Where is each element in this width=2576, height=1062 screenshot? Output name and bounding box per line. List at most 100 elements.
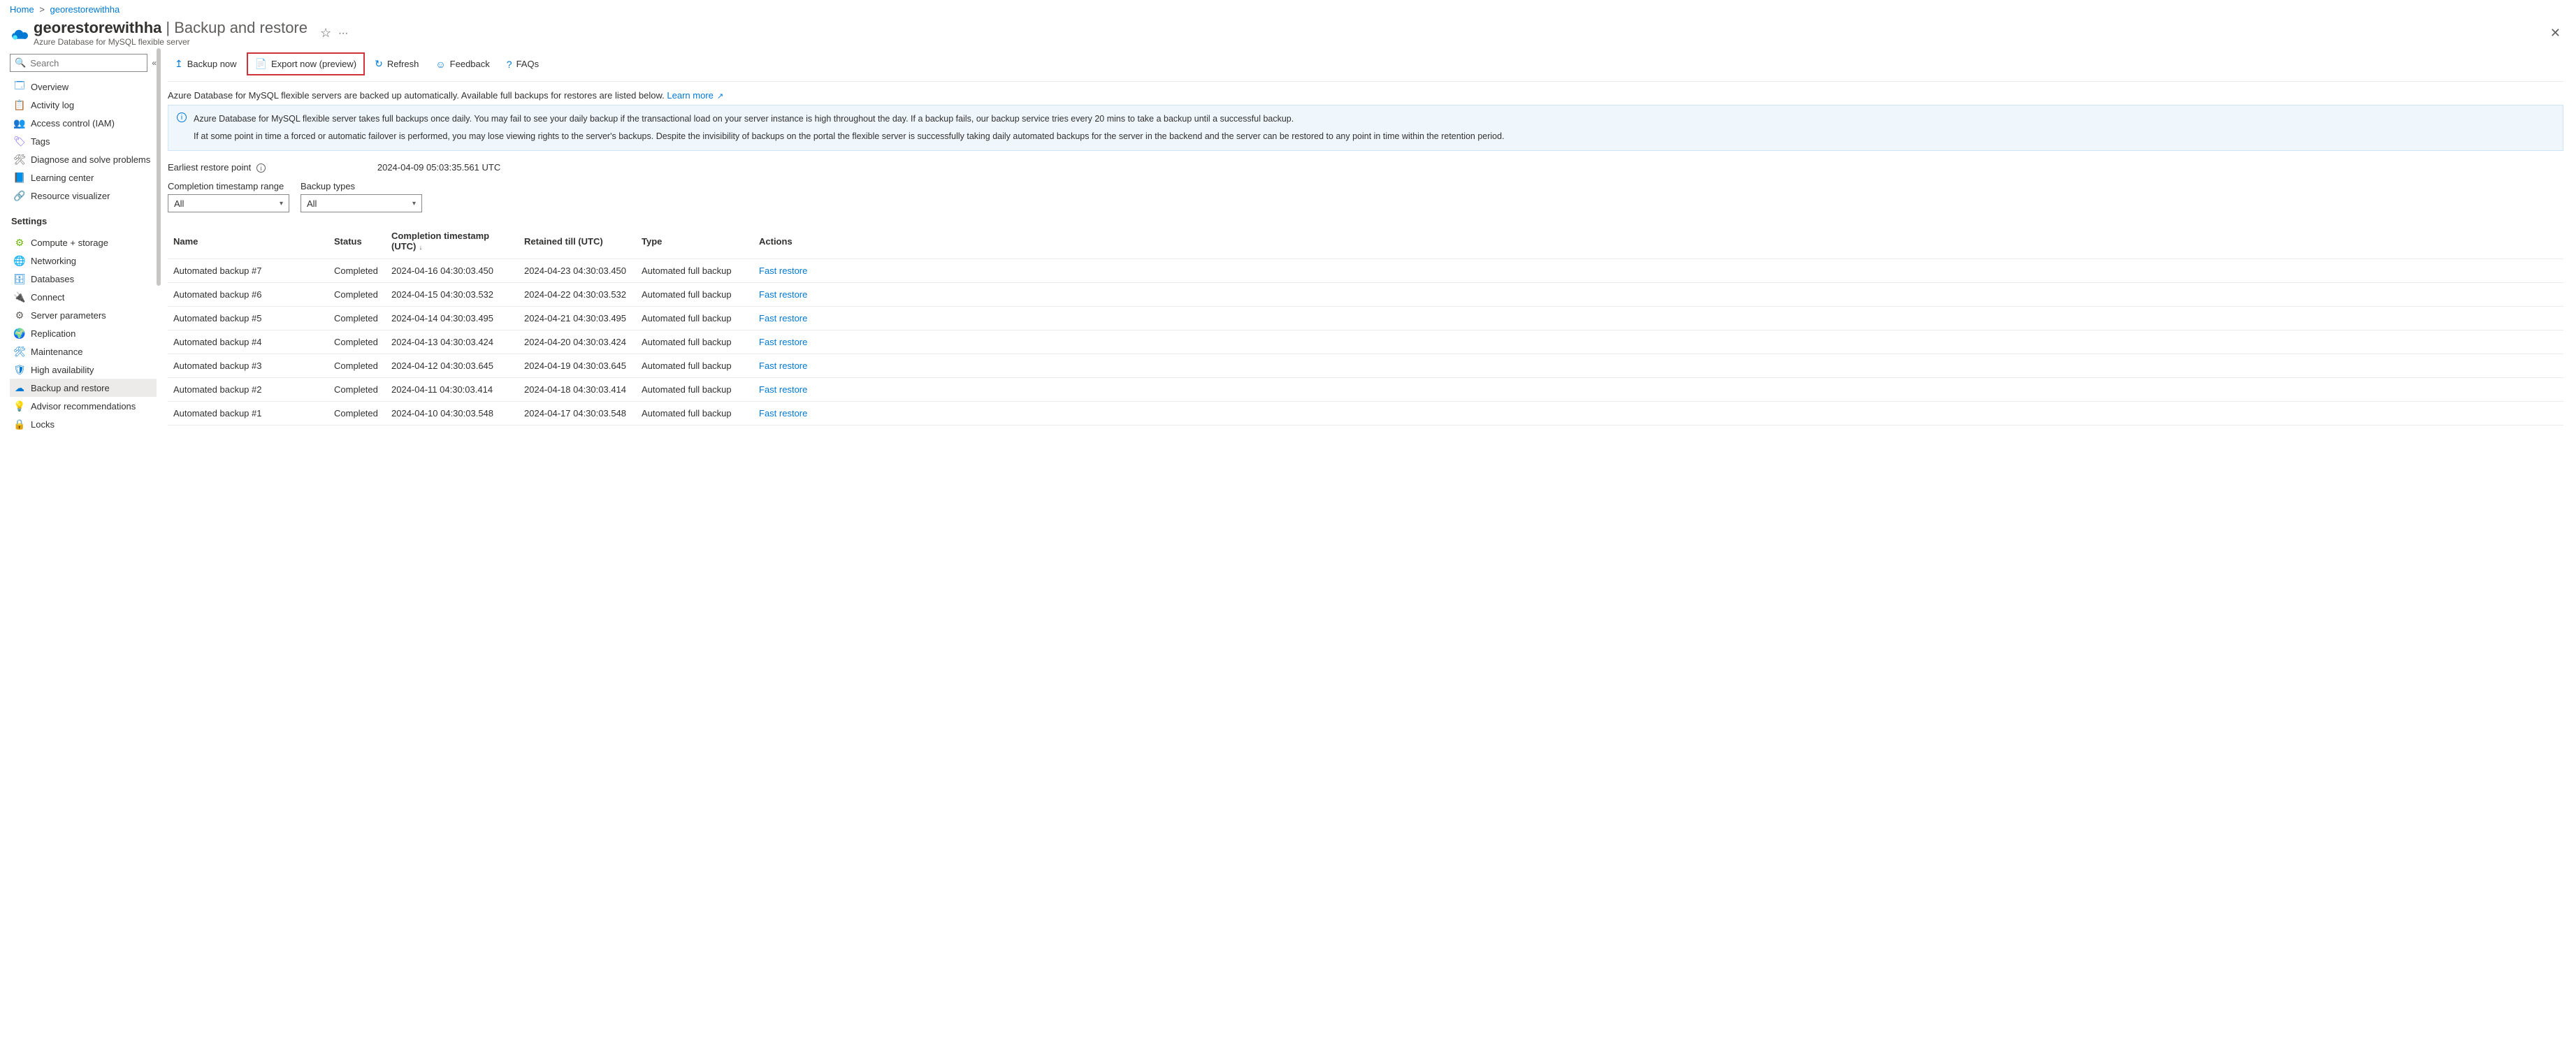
nav-icon: 🔌 bbox=[14, 291, 25, 303]
completion-range-select[interactable]: All ▾ bbox=[168, 194, 289, 212]
sidebar-item-server-parameters[interactable]: ⚙Server parameters bbox=[10, 306, 157, 324]
nav-icon: 🗄 bbox=[14, 273, 25, 284]
sidebar-item-compute-storage[interactable]: ⚙Compute + storage bbox=[10, 233, 157, 252]
faqs-button[interactable]: ? FAQs bbox=[500, 56, 546, 73]
sidebar-item-networking[interactable]: 🌐Networking bbox=[10, 252, 157, 270]
feedback-button[interactable]: ☺ Feedback bbox=[428, 56, 496, 73]
fast-restore-link[interactable]: Fast restore bbox=[759, 384, 807, 395]
refresh-icon: ↻ bbox=[375, 58, 383, 70]
sidebar-item-backup-and-restore[interactable]: ☁Backup and restore bbox=[10, 379, 157, 397]
collapse-sidebar-icon[interactable]: « bbox=[152, 58, 157, 68]
table-row: Automated backup #2 Completed 2024-04-11… bbox=[168, 378, 2563, 402]
learn-more-link[interactable]: Learn more ↗ bbox=[667, 90, 723, 101]
cell-retained: 2024-04-18 04:30:03.414 bbox=[519, 378, 636, 402]
fast-restore-link[interactable]: Fast restore bbox=[759, 361, 807, 371]
backup-types-label: Backup types bbox=[301, 181, 422, 191]
sidebar-item-advisor-recommendations[interactable]: 💡Advisor recommendations bbox=[10, 397, 157, 415]
completion-range-value: All bbox=[174, 198, 184, 209]
search-icon: 🔍 bbox=[15, 57, 26, 68]
sidebar-item-label: Resource visualizer bbox=[31, 191, 110, 201]
fast-restore-link[interactable]: Fast restore bbox=[759, 289, 807, 300]
cell-status: Completed bbox=[328, 402, 386, 425]
cell-name: Automated backup #5 bbox=[168, 307, 328, 330]
sidebar-item-overview[interactable]: 🗔Overview bbox=[10, 78, 157, 96]
cell-retained: 2024-04-17 04:30:03.548 bbox=[519, 402, 636, 425]
upload-icon: ↥ bbox=[175, 58, 183, 70]
sidebar-item-tags[interactable]: 🏷Tags bbox=[10, 132, 157, 150]
more-menu-icon[interactable]: ⋯ bbox=[338, 27, 348, 39]
cell-name: Automated backup #1 bbox=[168, 402, 328, 425]
refresh-button[interactable]: ↻ Refresh bbox=[368, 55, 426, 73]
nav-icon: 💡 bbox=[14, 400, 25, 412]
cell-status: Completed bbox=[328, 330, 386, 354]
cell-completion: 2024-04-10 04:30:03.548 bbox=[386, 402, 519, 425]
cell-retained: 2024-04-22 04:30:03.532 bbox=[519, 283, 636, 307]
breadcrumb-sep: > bbox=[39, 4, 45, 15]
breadcrumb-home[interactable]: Home bbox=[10, 4, 34, 15]
cell-name: Automated backup #2 bbox=[168, 378, 328, 402]
main-content: ↥ Backup now 📄 Export now (preview) ↻ Re… bbox=[162, 48, 2576, 433]
search-input[interactable] bbox=[29, 57, 143, 69]
fast-restore-link[interactable]: Fast restore bbox=[759, 313, 807, 323]
sidebar-item-label: High availability bbox=[31, 365, 94, 375]
col-actions[interactable]: Actions bbox=[753, 224, 2563, 259]
cell-status: Completed bbox=[328, 307, 386, 330]
nav-icon: 📋 bbox=[14, 99, 25, 110]
sidebar-item-high-availability[interactable]: 🛡 High availability bbox=[10, 361, 157, 379]
fast-restore-link[interactable]: Fast restore bbox=[759, 408, 807, 419]
external-link-icon: ↗ bbox=[715, 92, 723, 101]
sidebar-item-resource-visualizer[interactable]: 🔗Resource visualizer bbox=[10, 187, 157, 205]
col-completion[interactable]: Completion timestamp (UTC)↓ bbox=[386, 224, 519, 259]
favorite-star-icon[interactable]: ☆ bbox=[320, 26, 331, 41]
sidebar-item-databases[interactable]: 🗄 Databases bbox=[10, 270, 157, 288]
breadcrumb-resource[interactable]: georestorewithha bbox=[50, 4, 120, 15]
chevron-down-icon: ▾ bbox=[280, 200, 283, 208]
feedback-icon: ☺ bbox=[435, 59, 445, 70]
sidebar-item-access-control-iam-[interactable]: 👥Access control (IAM) bbox=[10, 114, 157, 132]
sidebar-item-activity-log[interactable]: 📋 Activity log bbox=[10, 96, 157, 114]
col-type[interactable]: Type bbox=[636, 224, 753, 259]
sidebar-item-maintenance[interactable]: 🛠Maintenance bbox=[10, 342, 157, 361]
sidebar-item-diagnose-and-solve-problems[interactable]: 🛠Diagnose and solve problems bbox=[10, 150, 157, 168]
export-now-label: Export now (preview) bbox=[271, 59, 356, 69]
refresh-label: Refresh bbox=[387, 59, 419, 69]
cell-name: Automated backup #6 bbox=[168, 283, 328, 307]
sidebar-item-learning-center[interactable]: 📘Learning center bbox=[10, 168, 157, 187]
cell-type: Automated full backup bbox=[636, 283, 753, 307]
info-tooltip-icon[interactable]: i bbox=[256, 163, 266, 173]
sidebar-item-label: Compute + storage bbox=[31, 238, 108, 248]
sidebar-item-locks[interactable]: 🔒Locks bbox=[10, 415, 157, 433]
fast-restore-link[interactable]: Fast restore bbox=[759, 266, 807, 276]
sidebar-item-label: Databases bbox=[31, 274, 74, 284]
help-icon: ? bbox=[507, 59, 512, 70]
sidebar-item-label: Access control (IAM) bbox=[31, 118, 115, 129]
chevron-down-icon: ▾ bbox=[412, 200, 416, 208]
table-row: Automated backup #7 Completed 2024-04-16… bbox=[168, 259, 2563, 283]
sidebar-item-label: Activity log bbox=[31, 100, 74, 110]
sidebar: 🔍 « 🗔Overview 📋 Activity log 👥Access contro… bbox=[0, 48, 157, 433]
sidebar-item-replication[interactable]: 🌍Replication bbox=[10, 324, 157, 342]
close-icon[interactable]: ✕ bbox=[2550, 26, 2566, 41]
col-name[interactable]: Name bbox=[168, 224, 328, 259]
cell-name: Automated backup #4 bbox=[168, 330, 328, 354]
export-now-button[interactable]: 📄 Export now (preview) bbox=[248, 55, 364, 73]
sidebar-scrollbar[interactable] bbox=[157, 48, 162, 433]
sidebar-search[interactable]: 🔍 bbox=[10, 54, 147, 72]
col-status[interactable]: Status bbox=[328, 224, 386, 259]
fast-restore-link[interactable]: Fast restore bbox=[759, 337, 807, 347]
cell-completion: 2024-04-13 04:30:03.424 bbox=[386, 330, 519, 354]
cell-type: Automated full backup bbox=[636, 378, 753, 402]
intro-text: Azure Database for MySQL flexible server… bbox=[168, 82, 2563, 105]
sidebar-item-label: Backup and restore bbox=[31, 383, 110, 393]
cell-retained: 2024-04-23 04:30:03.450 bbox=[519, 259, 636, 283]
nav-icon: 🛠 bbox=[14, 154, 25, 165]
backup-now-button[interactable]: ↥ Backup now bbox=[168, 55, 244, 73]
backup-now-label: Backup now bbox=[187, 59, 237, 69]
sidebar-item-label: Maintenance bbox=[31, 347, 82, 357]
nav-icon: 🛡 bbox=[14, 364, 25, 375]
col-retained[interactable]: Retained till (UTC) bbox=[519, 224, 636, 259]
sidebar-item-connect[interactable]: 🔌Connect bbox=[10, 288, 157, 306]
mysql-server-icon bbox=[10, 24, 28, 42]
backup-types-select[interactable]: All ▾ bbox=[301, 194, 422, 212]
cell-name: Automated backup #7 bbox=[168, 259, 328, 283]
